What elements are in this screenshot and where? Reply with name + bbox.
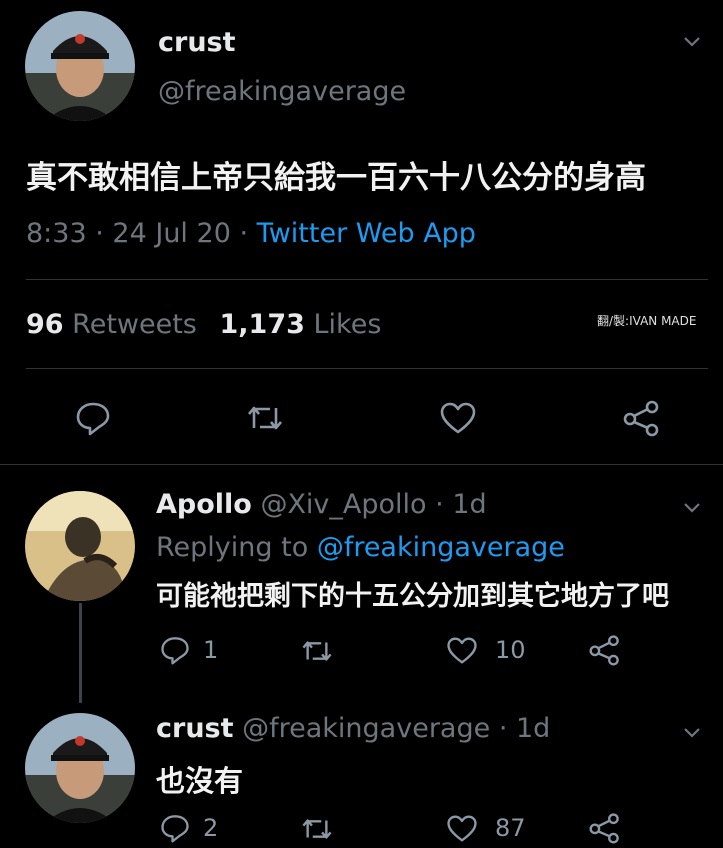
reply-icon[interactable] <box>75 400 111 436</box>
tweet-stats: 96 Retweets 1,173 Likes <box>26 309 381 340</box>
reply1-like-count: 10 <box>495 636 526 664</box>
meta-separator: · <box>435 489 444 520</box>
reply1-age[interactable]: 1d <box>452 489 486 520</box>
chevron-down-icon[interactable] <box>683 502 701 514</box>
tweet-meta: 8:33 · 24 Jul 20 · Twitter Web App <box>26 218 476 249</box>
like-count: 1,173 <box>219 309 305 340</box>
share-icon[interactable] <box>622 399 662 437</box>
meta-separator: · <box>239 218 249 249</box>
reply2-header: crust @freakingaverage · 1d <box>156 713 550 744</box>
divider <box>0 464 723 465</box>
meta-separator: · <box>498 713 508 744</box>
meta-separator: · <box>95 218 104 249</box>
reply-icon[interactable] <box>160 813 190 843</box>
retweet-icon[interactable] <box>300 637 334 665</box>
like-icon[interactable] <box>446 636 478 665</box>
tweet-source[interactable]: Twitter Web App <box>257 218 476 249</box>
like-icon[interactable] <box>446 814 478 843</box>
reply1-reply-count: 1 <box>203 636 219 664</box>
reply2-reply-count: 2 <box>203 814 219 842</box>
reply-icon[interactable] <box>160 635 190 665</box>
retweet-icon[interactable] <box>245 402 285 434</box>
avatar-crust[interactable] <box>25 11 135 121</box>
like-icon[interactable] <box>439 401 477 435</box>
divider <box>26 279 708 280</box>
retweet-icon[interactable] <box>300 815 334 843</box>
main-tweet-text: 真不敢相信上帝只給我一百六十八公分的身高 <box>26 160 646 196</box>
avatar-crust[interactable] <box>25 713 135 823</box>
reply1-handle[interactable]: @Xiv_Apollo <box>260 489 426 520</box>
reply1-header: Apollo @Xiv_Apollo · 1d <box>156 489 487 520</box>
watermark: 翻/製:IVAN MADE <box>597 314 697 328</box>
main-display-name[interactable]: crust <box>158 27 236 58</box>
chevron-down-icon[interactable] <box>683 36 701 48</box>
tweet-date[interactable]: 24 Jul 20 <box>112 218 230 249</box>
reply1-text: 可能祂把剩下的十五公分加到其它地方了吧 <box>156 581 669 612</box>
share-icon[interactable] <box>588 812 622 844</box>
retweets-stat[interactable]: 96 Retweets <box>26 309 205 340</box>
reply2-handle[interactable]: @freakingaverage <box>242 713 490 744</box>
main-handle[interactable]: @freakingaverage <box>158 76 406 107</box>
reply1-display-name[interactable]: Apollo <box>156 489 252 520</box>
divider <box>26 368 708 369</box>
reply2-like-count: 87 <box>495 814 526 842</box>
replying-to-label: Replying to <box>156 532 309 563</box>
chevron-down-icon[interactable] <box>683 727 701 739</box>
replying-to-handle[interactable]: @freakingaverage <box>317 532 565 563</box>
retweet-count: 96 <box>26 309 64 340</box>
reply2-text: 也沒有 <box>156 764 244 798</box>
avatar-apollo[interactable] <box>25 491 135 601</box>
retweet-label: Retweets <box>72 309 197 340</box>
reply2-age[interactable]: 1d <box>516 713 550 744</box>
thread-line <box>79 603 82 703</box>
replying-to: Replying to @freakingaverage <box>156 532 565 563</box>
tweet-time: 8:33 <box>26 218 87 249</box>
share-icon[interactable] <box>588 634 622 666</box>
likes-stat[interactable]: 1,173 Likes <box>219 309 381 340</box>
reply2-display-name[interactable]: crust <box>156 713 234 744</box>
like-label: Likes <box>313 309 382 340</box>
